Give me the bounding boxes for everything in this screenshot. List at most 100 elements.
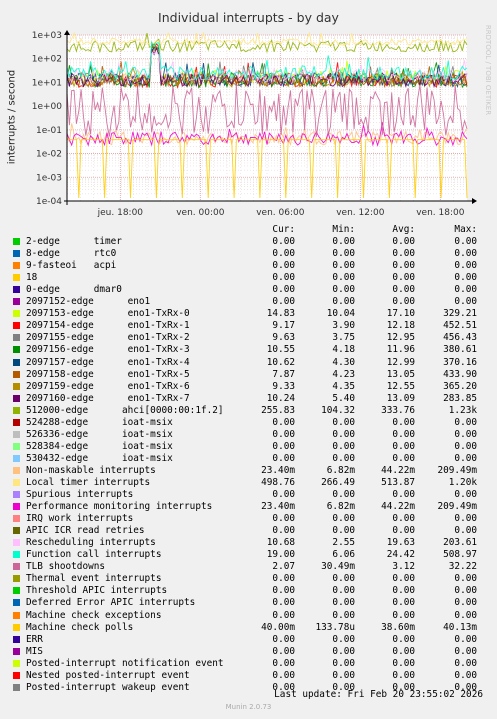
legend-row: 528384-edge ioat-msix 0.00 0.00 0.00 0.00 xyxy=(10,441,490,453)
legend-row: Performance monitoring interrupts 23.40m 6… xyxy=(10,501,490,513)
legend-max: 209.49m xyxy=(437,501,477,513)
x-tick-label: ven. 00:00 xyxy=(176,208,224,218)
legend-max: 0.00 xyxy=(454,428,477,440)
header-avg: Avg: xyxy=(392,224,415,235)
y-axis-arrow xyxy=(64,30,70,35)
legend-name: Local timer interrupts xyxy=(26,476,151,488)
legend-name: 528384-edge ioat-msix xyxy=(26,440,173,452)
legend-row: Deferred Error APIC interrupts 0.00 0.00 0.… xyxy=(10,597,490,609)
legend-avg: 0.00 xyxy=(392,525,415,537)
legend-max: 209.49m xyxy=(437,464,477,476)
legend-avg: 0.00 xyxy=(392,284,415,296)
legend-swatch xyxy=(13,671,20,679)
legend-avg: 0.00 xyxy=(392,573,415,585)
legend-max: 456.43 xyxy=(443,332,477,344)
x-tick-label: jeu. 18:00 xyxy=(97,208,144,218)
legend-swatch xyxy=(13,659,20,667)
x-tick-labels: jeu. 18:00 ven. 00:00 ven. 06:00 ven. 12:00… xyxy=(97,208,465,218)
legend-name: 526336-edge ioat-msix xyxy=(26,428,173,440)
legend-swatch xyxy=(13,406,20,414)
legend-name: 2097159-edge eno1-TxRx-6 xyxy=(26,380,190,392)
legend-avg: 13.05 xyxy=(386,368,415,380)
legend-avg: 24.42 xyxy=(386,549,415,561)
y-tick-label: 1e-01 xyxy=(36,126,62,136)
y-tick-label: 1e+00 xyxy=(32,102,63,112)
legend-swatch xyxy=(13,346,20,354)
legend-max: 0.00 xyxy=(454,609,477,621)
legend-swatch xyxy=(13,515,20,523)
header-max: Max: xyxy=(454,224,477,235)
legend-row: 18 0.00 0.00 0.00 0.00 xyxy=(10,272,490,284)
legend-max: 1.20k xyxy=(448,476,477,488)
y-tick-labels: 1e-04 1e-03 1e-02 1e-01 1e+00 1e+01 1e+02 1e+03 xyxy=(32,31,63,207)
legend-row: Function call interrupts 19.00 6.06 24.42 50… xyxy=(10,549,490,561)
legend-name: Thermal event interrupts xyxy=(26,573,162,585)
legend-max: 380.61 xyxy=(443,344,477,356)
legend-max: 0.00 xyxy=(454,657,477,669)
legend-name: TLB shootdowns xyxy=(26,561,106,573)
legend-max: 0.00 xyxy=(454,260,477,272)
legend-avg: 0.00 xyxy=(392,296,415,308)
legend-swatch xyxy=(13,478,20,486)
legend-max: 283.85 xyxy=(443,392,477,404)
legend-name: IRQ work interrupts xyxy=(26,513,134,525)
legend-name: Posted-interrupt notification event xyxy=(26,657,224,669)
legend-header: Cur: Min: Avg: Max: xyxy=(10,224,490,236)
legend-max: 0.00 xyxy=(454,416,477,428)
legend-row: 2097156-edge eno1-TxRx-3 10.55 4.18 11.96 38… xyxy=(10,344,490,356)
legend-avg: 13.09 xyxy=(386,392,415,404)
legend-row: 526336-edge ioat-msix 0.00 0.00 0.00 0.00 xyxy=(10,429,490,441)
legend-row: 2097152-edge eno1 0.00 0.00 0.00 0.00 xyxy=(10,296,490,308)
legend-avg: 0.00 xyxy=(392,416,415,428)
legend-name: 2097152-edge eno1 xyxy=(26,296,151,308)
legend-max: 0.00 xyxy=(454,489,477,501)
legend-row: Non-maskable interrupts 23.40m 6.82m 44.22m… xyxy=(10,465,490,477)
legend-avg: 17.10 xyxy=(386,308,415,320)
legend-name: 530432-edge ioat-msix xyxy=(26,452,173,464)
legend-avg: 12.99 xyxy=(386,356,415,368)
legend-swatch xyxy=(13,250,20,258)
x-tick-label: ven. 06:00 xyxy=(256,208,304,218)
legend-avg: 0.00 xyxy=(392,428,415,440)
legend-swatch xyxy=(13,527,20,535)
legend-name: 18 xyxy=(26,272,38,284)
legend-swatch xyxy=(13,551,20,559)
legend-swatch xyxy=(13,454,20,462)
y-tick-label: 1e-04 xyxy=(36,197,62,207)
legend-max: 40.13m xyxy=(443,621,477,633)
legend-table: Cur: Min: Avg: Max: 2-edge timer 0.00 0.00… xyxy=(10,224,490,694)
legend-max: 0.00 xyxy=(454,513,477,525)
legend-max: 0.00 xyxy=(454,573,477,585)
legend-max: 1.23k xyxy=(448,404,477,416)
legend-max: 203.61 xyxy=(443,537,477,549)
legend-row: 2097159-edge eno1-TxRx-6 9.33 4.35 12.55 365… xyxy=(10,381,490,393)
legend-avg: 333.76 xyxy=(381,404,415,416)
legend-swatch xyxy=(13,442,20,450)
legend-row: TLB shootdowns 2.07 30.49m 3.12 32.22 xyxy=(10,561,490,573)
legend-avg: 12.55 xyxy=(386,380,415,392)
legend-avg: 0.00 xyxy=(392,609,415,621)
legend-name: Rescheduling interrupts xyxy=(26,537,156,549)
legend-row: 512000-edge ahci[0000:00:1f.2] 255.83 104.… xyxy=(10,405,490,417)
legend-avg: 0.00 xyxy=(392,440,415,452)
legend-avg: 38.60m xyxy=(381,621,415,633)
legend-avg: 0.00 xyxy=(392,513,415,525)
legend-row: 2097157-edge eno1-TxRx-4 10.62 4.30 12.99 37… xyxy=(10,357,490,369)
legend-max: 0.00 xyxy=(454,440,477,452)
legend-swatch xyxy=(13,587,20,595)
legend-avg: 3.12 xyxy=(392,561,415,573)
legend-max: 32.22 xyxy=(448,561,477,573)
legend-name: 2097160-edge eno1-TxRx-7 xyxy=(26,392,190,404)
legend-name: 524288-edge ioat-msix xyxy=(26,416,173,428)
legend-row: 2097160-edge eno1-TxRx-7 10.24 5.40 13.09 28… xyxy=(10,393,490,405)
legend-max: 0.00 xyxy=(454,452,477,464)
legend-swatch xyxy=(13,647,20,655)
legend-name: 2097157-edge eno1-TxRx-4 xyxy=(26,356,190,368)
legend-name: 2097158-edge eno1-TxRx-5 xyxy=(26,368,190,380)
last-update: Last update: Fri Feb 20 23:55:02 2026 xyxy=(274,689,483,700)
legend-avg: 0.00 xyxy=(392,248,415,260)
legend-swatch xyxy=(13,322,20,330)
legend-max: 452.51 xyxy=(443,320,477,332)
legend-name: 2097156-edge eno1-TxRx-3 xyxy=(26,344,190,356)
legend-swatch xyxy=(13,491,20,499)
